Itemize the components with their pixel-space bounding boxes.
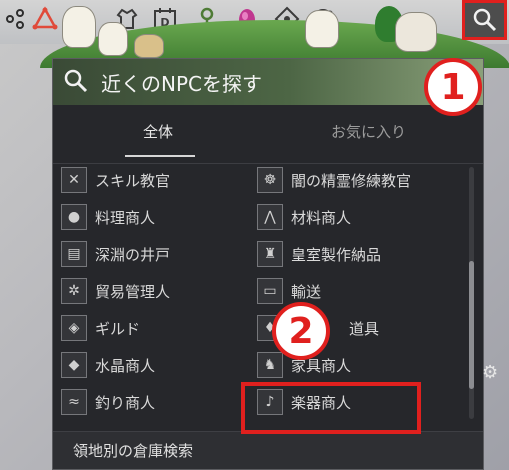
list-item-label: 貿易管理人: [95, 282, 171, 301]
search-icon: [63, 68, 91, 96]
divider: [53, 163, 483, 164]
list-item-label: 皇室製作納品: [291, 245, 382, 264]
gear-icon[interactable]: ⚙: [482, 362, 502, 383]
list-item-label: 材料商人: [291, 208, 352, 227]
annotation-badge-2: 2: [272, 302, 330, 360]
alpaca-art: [62, 6, 96, 48]
gift-icon[interactable]: [30, 4, 60, 34]
diamond-icon: ◆: [61, 352, 87, 378]
list-item-cooking-merchant[interactable]: ● 料理商人: [61, 202, 155, 232]
chair-icon: ♞: [257, 352, 283, 378]
list-item-label: 料理商人: [95, 208, 156, 227]
guild-crest-icon: ◈: [61, 315, 87, 341]
alpaca-art: [98, 22, 128, 56]
list-item-guild[interactable]: ◈ ギルド: [61, 313, 140, 343]
list-item-dark-spirit-instructor[interactable]: ☸ 闇の精霊修練教官: [257, 165, 411, 195]
wagon-icon: ▭: [257, 278, 283, 304]
list-item-label: ギルド: [95, 319, 141, 338]
list-item-label: スキル教官: [95, 171, 171, 190]
annotation-highlight-box: [241, 382, 421, 434]
list-item-label: 輸送: [291, 282, 322, 301]
roast-chicken-icon: ●: [61, 204, 87, 230]
list-item-imperial-crafting[interactable]: ♜ 皇室製作納品: [257, 239, 381, 269]
crossed-tools-icon: ✕: [61, 167, 87, 193]
royal-carriage-icon: ♜: [257, 241, 283, 267]
list-item-label: 深淵の井戸: [95, 245, 171, 264]
pickaxe-icon: ⋀: [257, 204, 283, 230]
list-item-crystal-merchant[interactable]: ◆ 水晶商人: [61, 350, 155, 380]
active-tab-indicator: [125, 155, 195, 157]
list-item-material-merchant[interactable]: ⋀ 材料商人: [257, 202, 351, 232]
alpaca-art: [305, 10, 339, 48]
list-item-skill-instructor[interactable]: ✕ スキル教官: [61, 165, 170, 195]
warehouse-search-link[interactable]: 領地別の倉庫検索: [53, 431, 483, 469]
well-icon: ▤: [61, 241, 87, 267]
tab-all[interactable]: 全体: [143, 121, 173, 142]
alpaca-art: [395, 12, 437, 52]
network-icon[interactable]: [0, 4, 30, 34]
sheep-art: [134, 34, 164, 58]
npc-search-button[interactable]: [462, 0, 507, 40]
list-item-transport[interactable]: ▭ 輸送: [257, 276, 321, 306]
fish-icon: ≈: [61, 389, 87, 415]
annotation-badge-1: 1: [424, 58, 482, 116]
scrollbar-thumb[interactable]: [469, 261, 474, 389]
ship-wheel-icon: ✲: [61, 278, 87, 304]
list-item-trade-manager[interactable]: ✲ 貿易管理人: [61, 276, 170, 306]
tab-bar: 全体 お気に入り: [53, 109, 483, 161]
search-icon: [473, 8, 496, 32]
list-item-label: 釣り商人: [95, 393, 156, 412]
list-item-label: 水晶商人: [95, 356, 156, 375]
panel-search-header[interactable]: 近くのNPCを探す: [53, 59, 483, 105]
list-item-fishing-merchant[interactable]: ≈ 釣り商人: [61, 387, 155, 417]
tab-favorites[interactable]: お気に入り: [331, 121, 406, 142]
list-item-label: 闇の精霊修練教官: [291, 171, 412, 190]
panel-title: 近くのNPCを探す: [101, 71, 262, 96]
list-item-abyss-well[interactable]: ▤ 深淵の井戸: [61, 239, 170, 269]
dark-spirit-icon: ☸: [257, 167, 283, 193]
